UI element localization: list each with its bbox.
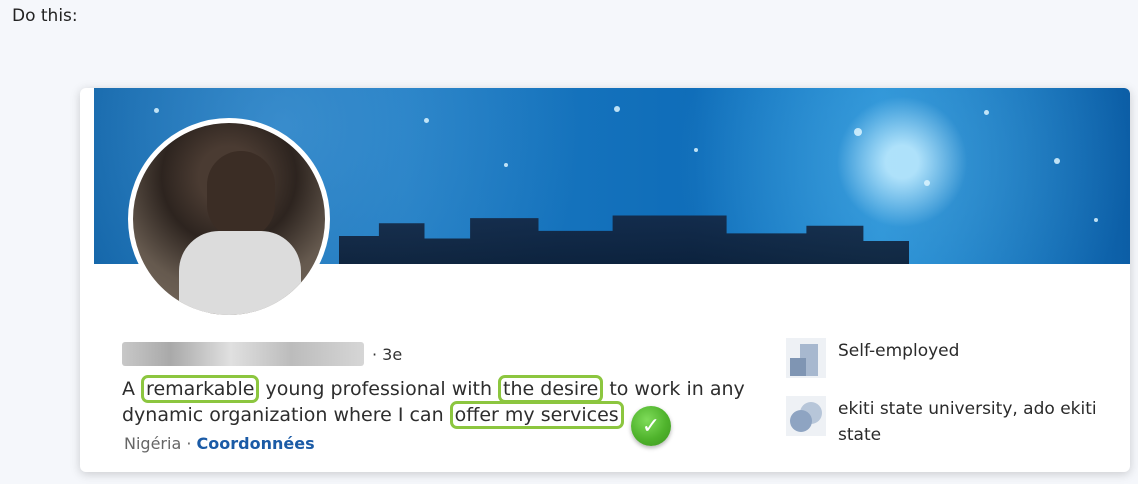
current-position[interactable]: Self-employed [786,338,1098,378]
profile-location: Nigéria [124,434,182,453]
instruction-text: Do this: [12,6,78,26]
employer-label: Self-employed [838,341,960,361]
highlight-remarkable: remarkable [141,375,260,403]
location-separator: · [181,434,197,453]
headline-text: A [122,378,142,400]
profile-card: · 3e A remarkable young professional wit… [80,88,1130,472]
checkmark-icon: ✓ [631,406,671,446]
highlight-the-desire: the desire [498,375,604,403]
highlight-offer-my-services: offer my services [449,401,624,429]
school-label: ekiti state university, ado ekiti state [838,399,1097,445]
company-logo-icon [786,338,826,378]
profile-avatar[interactable] [128,118,330,320]
profile-side-info: Self-employed ekiti state university, ad… [786,338,1098,466]
profile-name-redacted [122,342,364,366]
contact-info-link[interactable]: Coordonnées [197,434,315,453]
headline-text: young professional with [259,378,499,400]
connection-degree: · 3e [372,344,403,364]
education-item[interactable]: ekiti state university, ado ekiti state [786,396,1098,448]
school-logo-icon [786,396,826,436]
